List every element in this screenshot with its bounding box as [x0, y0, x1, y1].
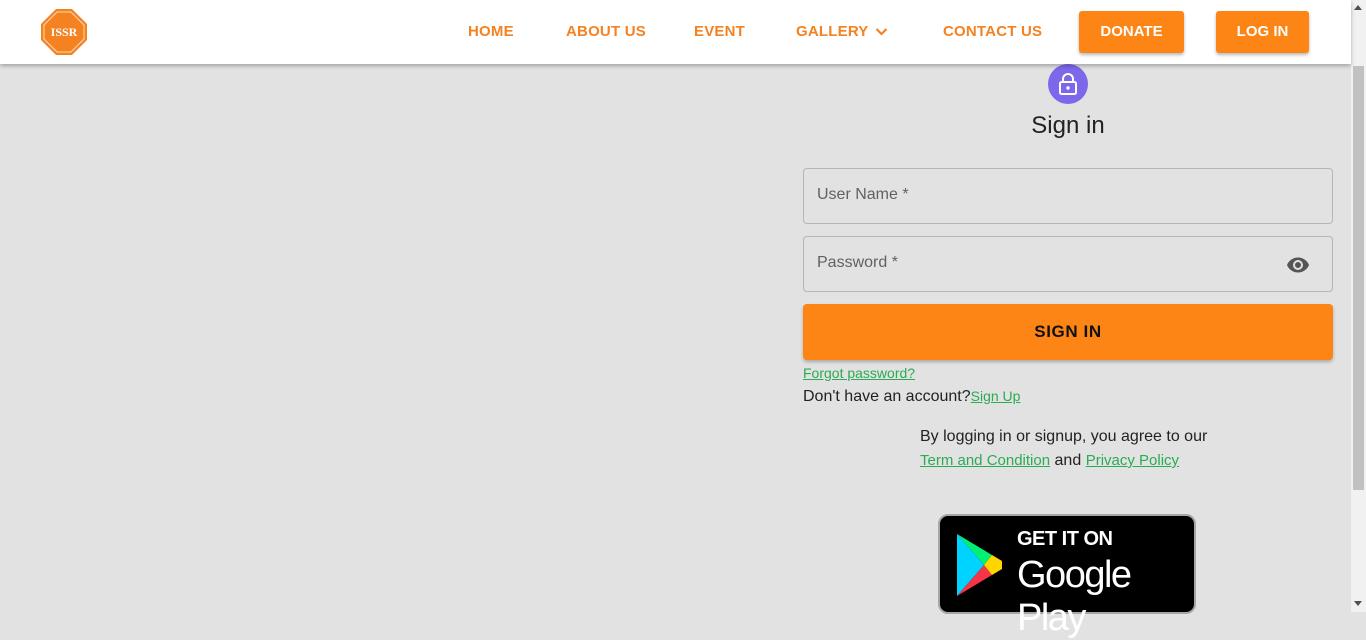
password-label: Password *	[817, 254, 898, 271]
login-button[interactable]: LOG IN	[1216, 11, 1309, 53]
terms-text: By logging in or signup, you agree to ou…	[920, 428, 1208, 445]
lock-avatar	[1048, 64, 1088, 104]
password-field[interactable]: Password *	[803, 236, 1333, 292]
terms-link[interactable]: Term and Condition	[920, 452, 1050, 469]
scroll-down-arrow-icon[interactable]	[1354, 601, 1362, 606]
donate-button[interactable]: DONATE	[1079, 11, 1184, 53]
page-scrollbar[interactable]	[1351, 0, 1366, 612]
nav-contact-us[interactable]: CONTACT US	[943, 22, 1042, 42]
sign-in-button[interactable]: SIGN IN	[803, 304, 1333, 360]
terms-links-row: Term and Condition and Privacy Policy	[920, 452, 1179, 470]
forgot-password-link[interactable]: Forgot password?	[803, 365, 915, 381]
badge-big-text: Google Play	[1017, 554, 1132, 639]
lock-icon	[1059, 73, 1077, 95]
nav-event[interactable]: EVENT	[694, 22, 745, 42]
privacy-policy-link[interactable]: Privacy Policy	[1086, 452, 1179, 469]
eye-icon[interactable]	[1286, 253, 1310, 277]
sign-in-title: Sign in	[1031, 112, 1105, 139]
username-label: User Name *	[817, 186, 909, 203]
scroll-up-arrow-icon[interactable]	[1354, 5, 1362, 10]
nav-about-us[interactable]: ABOUT US	[566, 22, 646, 42]
google-play-badge[interactable]: GET IT ON Google Play	[938, 514, 1196, 639]
nav-home[interactable]: HOME	[468, 22, 514, 42]
sign-up-link[interactable]: Sign Up	[971, 388, 1021, 404]
top-navbar: ISSR HOME ABOUT US EVENT GALLERY CONTACT…	[0, 0, 1351, 64]
chevron-down-icon[interactable]	[875, 26, 888, 38]
google-play-icon	[957, 534, 1002, 596]
username-field[interactable]: User Name *	[803, 168, 1333, 224]
badge-small-text: GET IT ON	[1017, 528, 1113, 550]
scroll-thumb[interactable]	[1353, 66, 1364, 490]
nav-gallery[interactable]: GALLERY	[796, 22, 869, 42]
and-text: and	[1054, 452, 1082, 469]
logo-text: ISSR	[51, 25, 78, 39]
issr-logo[interactable]: ISSR	[40, 8, 88, 56]
no-account-row: Don't have an account?Sign Up	[803, 388, 1020, 406]
no-account-text: Don't have an account?	[803, 388, 971, 405]
